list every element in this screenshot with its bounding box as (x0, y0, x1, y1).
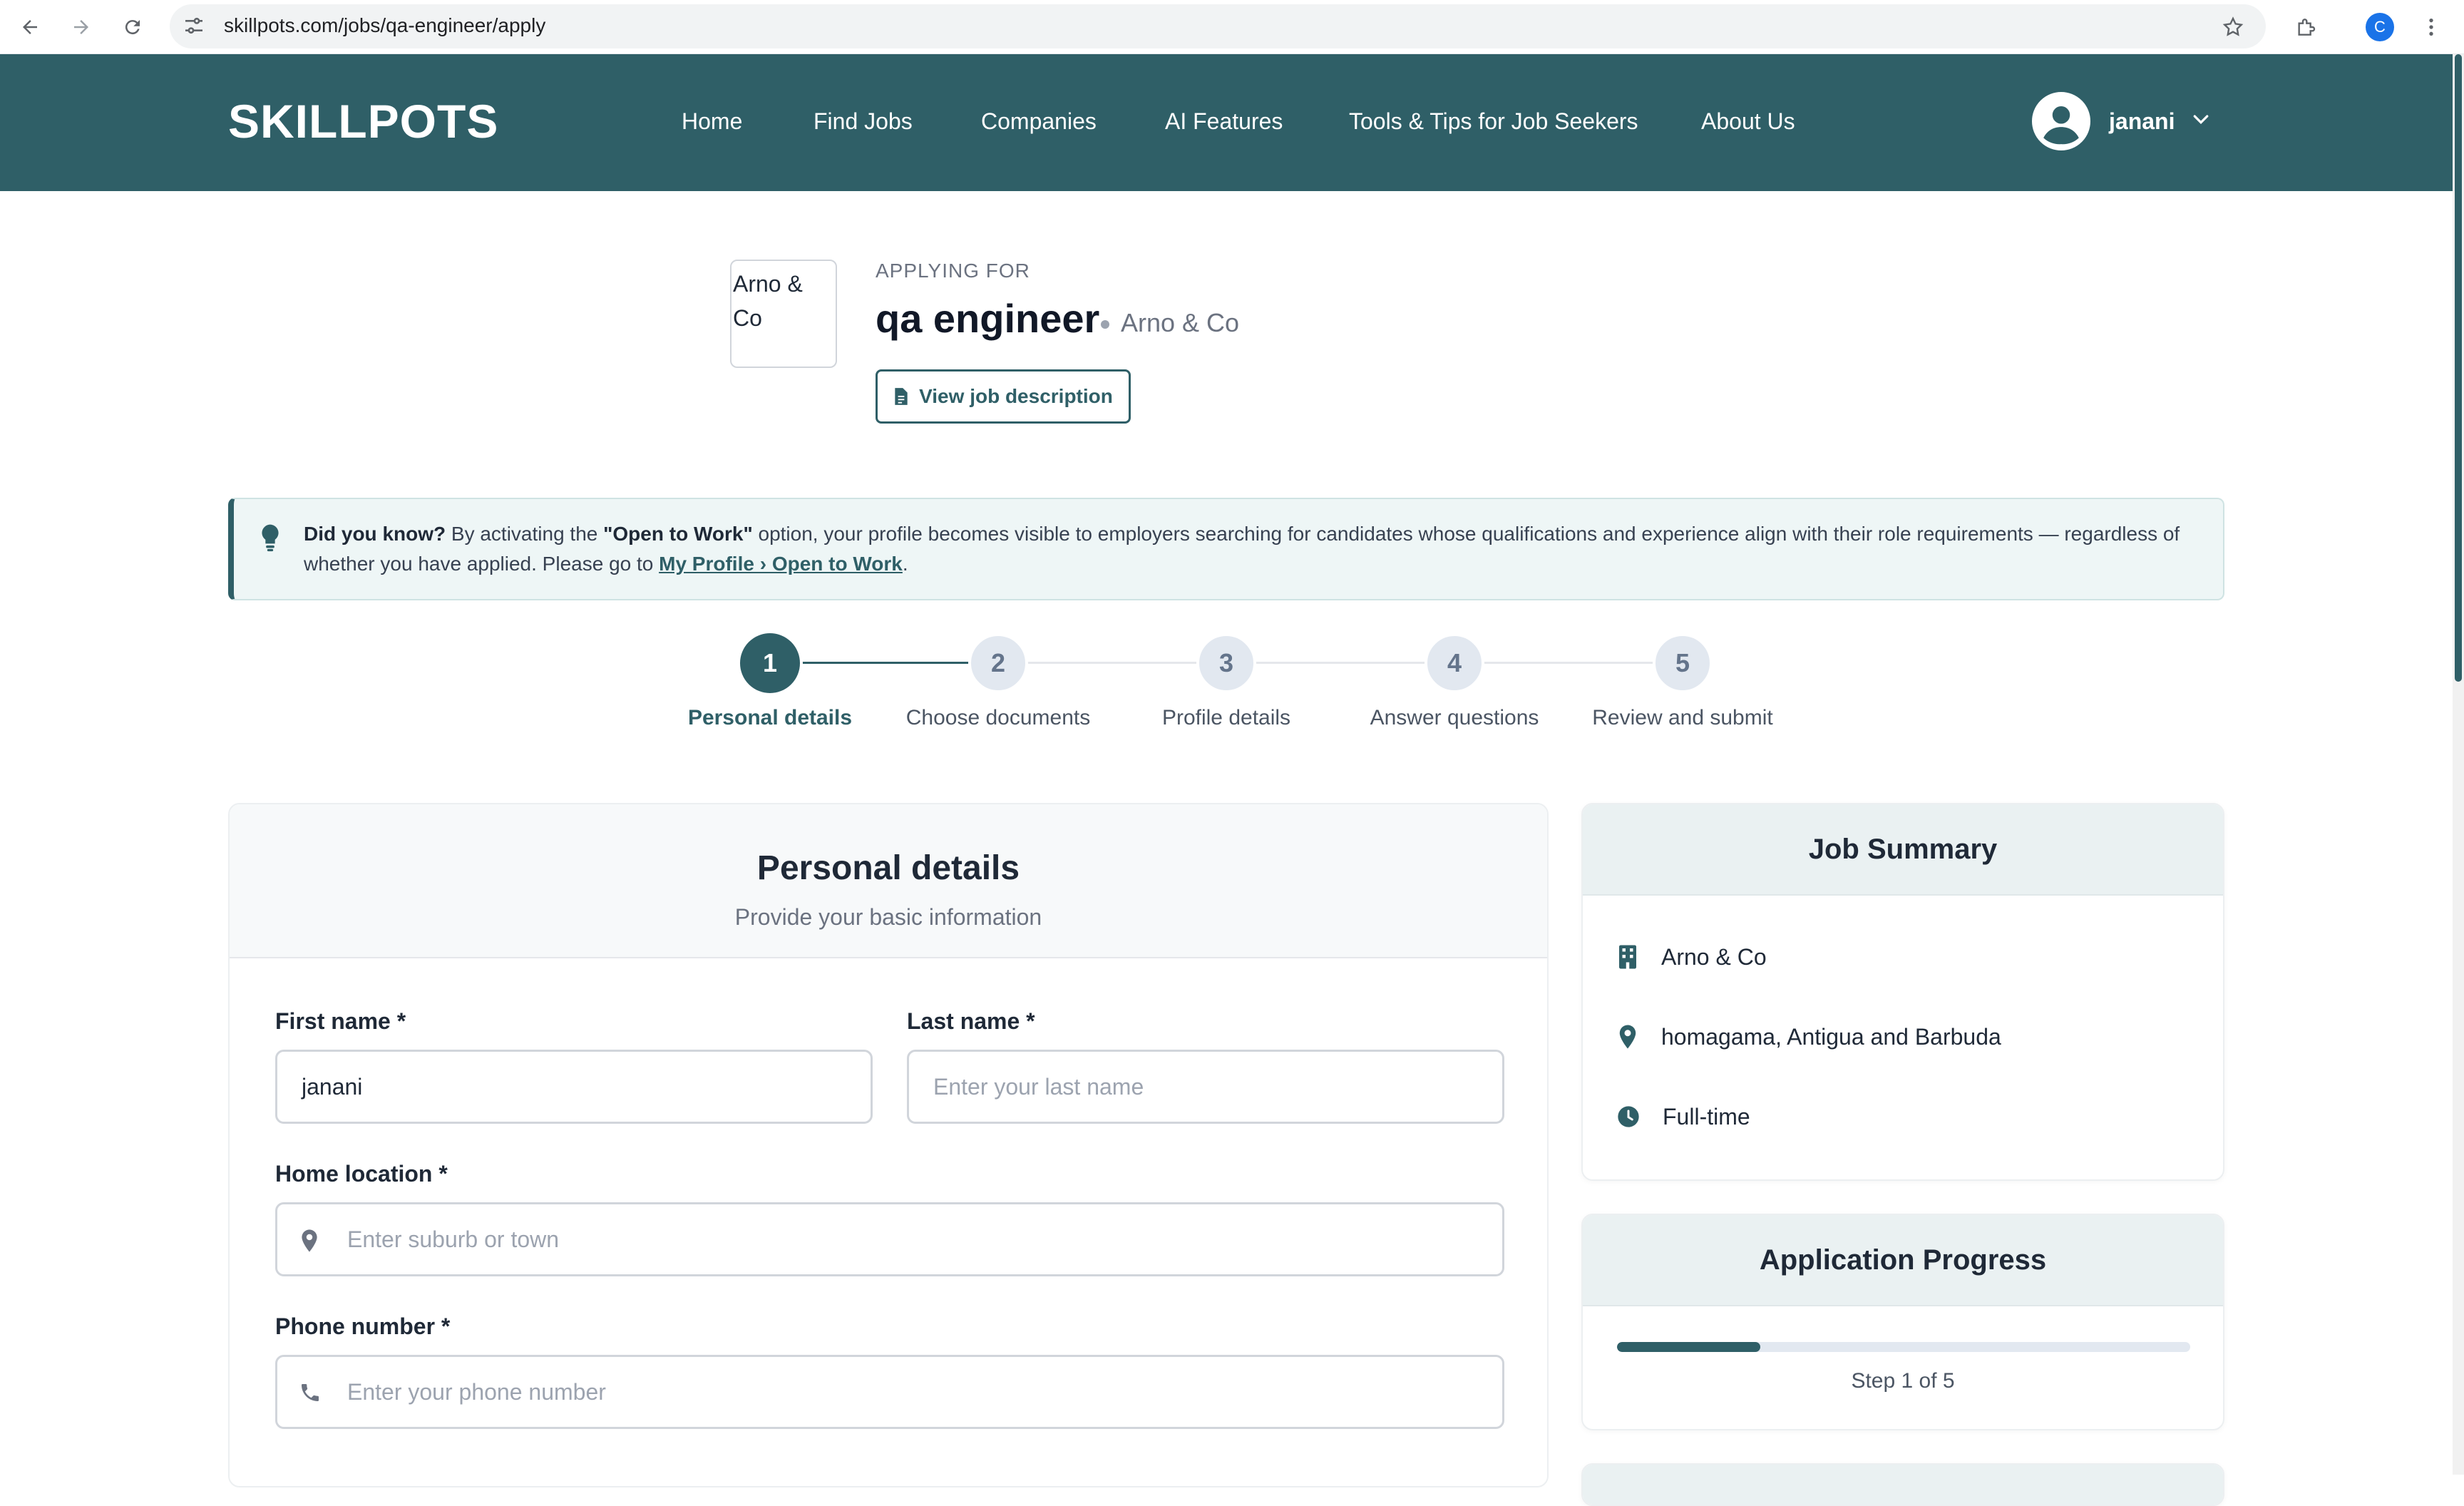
job-company: Arno & Co (1101, 308, 1239, 338)
step-1-circle[interactable]: 1 (737, 630, 803, 696)
progress-bar (1617, 1342, 2190, 1352)
user-name: janani (2109, 108, 2175, 134)
step-3-circle[interactable]: 3 (1196, 633, 1256, 693)
open-to-work-link[interactable]: My Profile › Open to Work (659, 553, 903, 575)
progress-step-label: Step 1 of 5 (1851, 1369, 1955, 1393)
step-5-label: Review and submit (1592, 706, 1773, 729)
site-settings-icon[interactable] (183, 14, 205, 41)
view-job-description-button[interactable]: View job description (876, 369, 1131, 424)
summary-type-row: Full-time (1617, 1098, 1750, 1135)
address-bar[interactable]: skillpots.com/jobs/qa-engineer/apply (170, 4, 2266, 48)
user-avatar-icon (2032, 92, 2090, 150)
step-5-circle[interactable]: 5 (1653, 633, 1713, 693)
phone-icon (299, 1381, 322, 1410)
next-sidebar-card (1581, 1463, 2224, 1506)
forward-icon[interactable] (63, 9, 100, 46)
step-connector-3 (1226, 662, 1454, 664)
separator-dot (1101, 320, 1109, 329)
step-3-label: Profile details (1161, 706, 1291, 729)
summary-job-type: Full-time (1663, 1103, 1750, 1130)
banner-text: Did you know? By activating the "Open to… (304, 519, 2200, 579)
nav-companies[interactable]: Companies (981, 108, 1097, 135)
step-2-label: Choose documents (905, 706, 1091, 729)
form-header: Personal details Provide your basic info… (230, 804, 1547, 958)
next-sidebar-card-header (1583, 1465, 2223, 1505)
step-1-label: Personal details (687, 706, 853, 729)
job-summary-title: Job Summary (1583, 804, 2223, 896)
home-location-input[interactable]: Enter suburb or town (275, 1202, 1504, 1276)
step-connector-2 (998, 662, 1226, 664)
last-name-label: Last name * (907, 1008, 1035, 1034)
phone-number-label: Phone number * (275, 1313, 451, 1339)
nav-home[interactable]: Home (682, 108, 742, 135)
application-progress-card: Application Progress Step 1 of 5 (1581, 1214, 2224, 1430)
job-summary-card: Job Summary Arno & Co homagama, Antigua … (1581, 803, 2224, 1181)
clock-icon (1618, 1106, 1639, 1127)
browser-menu-icon[interactable] (2411, 7, 2451, 47)
nav-tools-tips[interactable]: Tools & Tips for Job Seekers (1349, 108, 1638, 135)
user-menu[interactable]: janani (2032, 91, 2212, 151)
site-header: SKILLPOTS Home Find Jobs Companies AI Fe… (0, 54, 2453, 191)
location-pin-icon (299, 1229, 320, 1259)
home-location-placeholder: Enter suburb or town (347, 1226, 560, 1252)
building-icon (1619, 945, 1636, 969)
bookmark-star-icon[interactable] (2213, 7, 2253, 47)
nav-about-us[interactable]: About Us (1701, 108, 1795, 135)
applying-for-label: APPLYING FOR (876, 260, 1030, 282)
step-connector-1 (770, 662, 998, 664)
step-4-circle[interactable]: 4 (1424, 633, 1484, 693)
browser-profile-avatar[interactable]: C (2360, 7, 2400, 47)
step-connector-4 (1454, 662, 1683, 664)
url-text: skillpots.com/jobs/qa-engineer/apply (224, 14, 546, 36)
step-4-label: Answer questions (1370, 706, 1539, 729)
back-icon[interactable] (11, 9, 48, 46)
job-title: qa engineer (876, 296, 1100, 341)
view-job-description-label: View job description (919, 385, 1113, 407)
summary-location: homagama, Antigua and Barbuda (1661, 1023, 2001, 1050)
form-title: Personal details (756, 849, 1020, 887)
phone-number-placeholder: Enter your phone number (347, 1378, 606, 1405)
scrollbar-thumb[interactable] (2455, 54, 2462, 682)
last-name-input[interactable]: Enter your last name (907, 1050, 1504, 1124)
chevron-down-icon (2190, 109, 2212, 134)
page-scrollbar[interactable] (2453, 54, 2464, 1475)
step-2-circle[interactable]: 2 (968, 633, 1028, 693)
summary-location-row: homagama, Antigua and Barbuda (1617, 1018, 2001, 1055)
document-icon (895, 388, 908, 405)
extensions-icon[interactable] (2286, 7, 2326, 47)
form-subtitle: Provide your basic information (734, 904, 1042, 930)
company-logo: Arno & Co (730, 260, 837, 368)
profile-initial: C (2366, 13, 2394, 41)
banner-end: . (902, 553, 908, 575)
application-progress-title: Application Progress (1583, 1215, 2223, 1306)
banner-highlight: "Open to Work" (603, 523, 753, 545)
home-location-label: Home location * (275, 1161, 448, 1187)
open-to-work-tip-banner: Did you know? By activating the "Open to… (228, 498, 2224, 600)
personal-details-card: Personal details Provide your basic info… (228, 803, 1549, 1487)
nav-find-jobs[interactable]: Find Jobs (813, 108, 913, 135)
first-name-input[interactable]: janani (275, 1050, 873, 1124)
summary-company: Arno & Co (1661, 943, 1767, 970)
phone-number-input[interactable]: Enter your phone number (275, 1355, 1504, 1429)
lightbulb-icon (260, 523, 281, 555)
job-company-name: Arno & Co (1121, 308, 1240, 337)
browser-toolbar: skillpots.com/jobs/qa-engineer/apply C (0, 0, 2464, 54)
location-pin-icon (1619, 1025, 1636, 1049)
site-logo[interactable]: SKILLPOTS (228, 94, 498, 148)
nav-ai-features[interactable]: AI Features (1165, 108, 1283, 135)
reload-icon[interactable] (114, 9, 151, 46)
banner-text-1: By activating the (451, 523, 598, 545)
progress-bar-fill (1617, 1342, 1760, 1352)
first-name-label: First name * (275, 1008, 406, 1034)
summary-company-row: Arno & Co (1617, 938, 1767, 975)
banner-lead: Did you know? (304, 523, 446, 545)
